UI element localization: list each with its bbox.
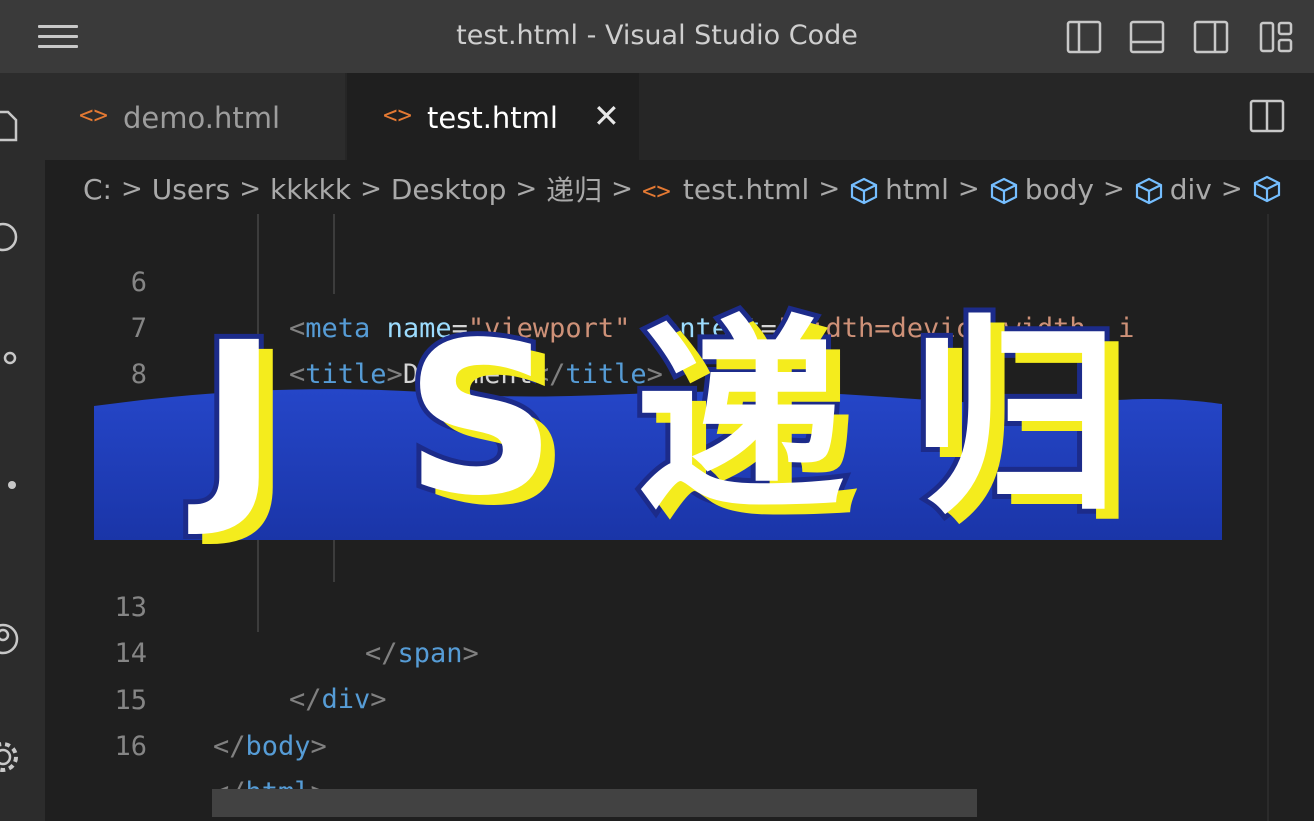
chevron-right-icon: > <box>1220 174 1243 204</box>
breadcrumb-symbol-label: html <box>885 172 949 206</box>
breadcrumb-item-symbol[interactable]: div <box>1134 173 1212 206</box>
symbol-element-icon <box>1134 176 1164 206</box>
chevron-right-icon: > <box>120 174 143 204</box>
breadcrumb: C: > Users > kkkkk > Desktop > 递归 > <> test.html > ht… <box>45 160 1314 214</box>
html-file-icon: <> <box>641 176 671 205</box>
code-line: 14 </div> <box>45 585 1275 715</box>
tab-label: demo.html <box>123 101 281 135</box>
split-editor-icon[interactable] <box>1249 99 1285 133</box>
html-file-icon: <> <box>383 101 412 129</box>
symbol-element-icon <box>849 176 879 206</box>
search-icon[interactable] <box>0 220 20 254</box>
chevron-right-icon: > <box>611 174 633 204</box>
overlay-title-char: J <box>195 292 283 547</box>
code-line: 15 </body> <box>45 632 1275 762</box>
breadcrumb-file-label: test.html <box>682 172 810 206</box>
chevron-right-icon: > <box>818 174 841 204</box>
breadcrumb-item-symbol[interactable]: body <box>989 173 1094 206</box>
code-line: 6 <meta name="viewport" content="width=d… <box>45 214 1275 344</box>
toggle-secondary-sidebar-icon[interactable] <box>1193 20 1229 54</box>
overlay-title-char: S <box>400 292 561 547</box>
chevron-right-icon: > <box>239 174 261 204</box>
customize-layout-icon[interactable] <box>1258 20 1294 54</box>
chevron-right-icon: > <box>515 174 538 204</box>
breadcrumb-item[interactable]: 递归 <box>546 169 602 209</box>
breadcrumb-symbol-label: body <box>1024 172 1094 206</box>
horizontal-scrollbar[interactable] <box>212 789 977 817</box>
overlay-title-char: 递 <box>630 292 850 547</box>
tab-bar: <> demo.html <> test.html ✕ <box>45 73 1314 160</box>
breadcrumb-item[interactable]: Users <box>152 173 230 206</box>
breadcrumb-item-symbol[interactable]: html <box>849 173 949 206</box>
symbol-element-icon <box>989 176 1019 206</box>
chevron-right-icon: > <box>1102 174 1125 204</box>
tab-demo-html[interactable]: <> demo.html <box>45 73 345 160</box>
tab-test-html[interactable]: <> test.html ✕ <box>347 73 639 160</box>
breadcrumb-item[interactable]: C: <box>83 173 112 206</box>
gear-icon[interactable] <box>0 740 20 774</box>
breadcrumb-item-file[interactable]: <> test.html <box>642 173 809 206</box>
minimap-border <box>1267 214 1269 821</box>
breadcrumb-item[interactable]: kkkkk <box>270 173 351 206</box>
source-control-icon[interactable] <box>0 341 20 375</box>
breadcrumb-symbol-label: div <box>1169 172 1212 206</box>
activity-bar <box>0 73 45 821</box>
toggle-primary-sidebar-icon[interactable] <box>1066 20 1102 54</box>
run-debug-icon[interactable] <box>0 468 20 502</box>
window-title: test.html - Visual Studio Code <box>456 20 858 51</box>
overlay-title-char: 归 <box>905 292 1125 547</box>
chevron-right-icon: > <box>957 174 980 204</box>
chevron-right-icon: > <box>360 174 382 204</box>
line-number: 16 <box>114 731 147 762</box>
overlay-title: J S 递 归 <box>150 290 1210 550</box>
symbol-element-icon <box>1252 174 1282 204</box>
code-text: </body> <box>213 731 327 762</box>
code-line: 16 </html> <box>45 678 1275 808</box>
title-bar: test.html - Visual Studio Code <box>0 0 1314 73</box>
breadcrumb-item[interactable]: Desktop <box>391 173 506 206</box>
close-icon[interactable]: ✕ <box>593 97 620 135</box>
explorer-icon[interactable] <box>0 109 20 143</box>
html-file-icon: <> <box>79 101 108 129</box>
tab-label: test.html <box>427 101 558 135</box>
account-icon[interactable] <box>0 622 20 656</box>
toggle-panel-icon[interactable] <box>1129 20 1165 54</box>
